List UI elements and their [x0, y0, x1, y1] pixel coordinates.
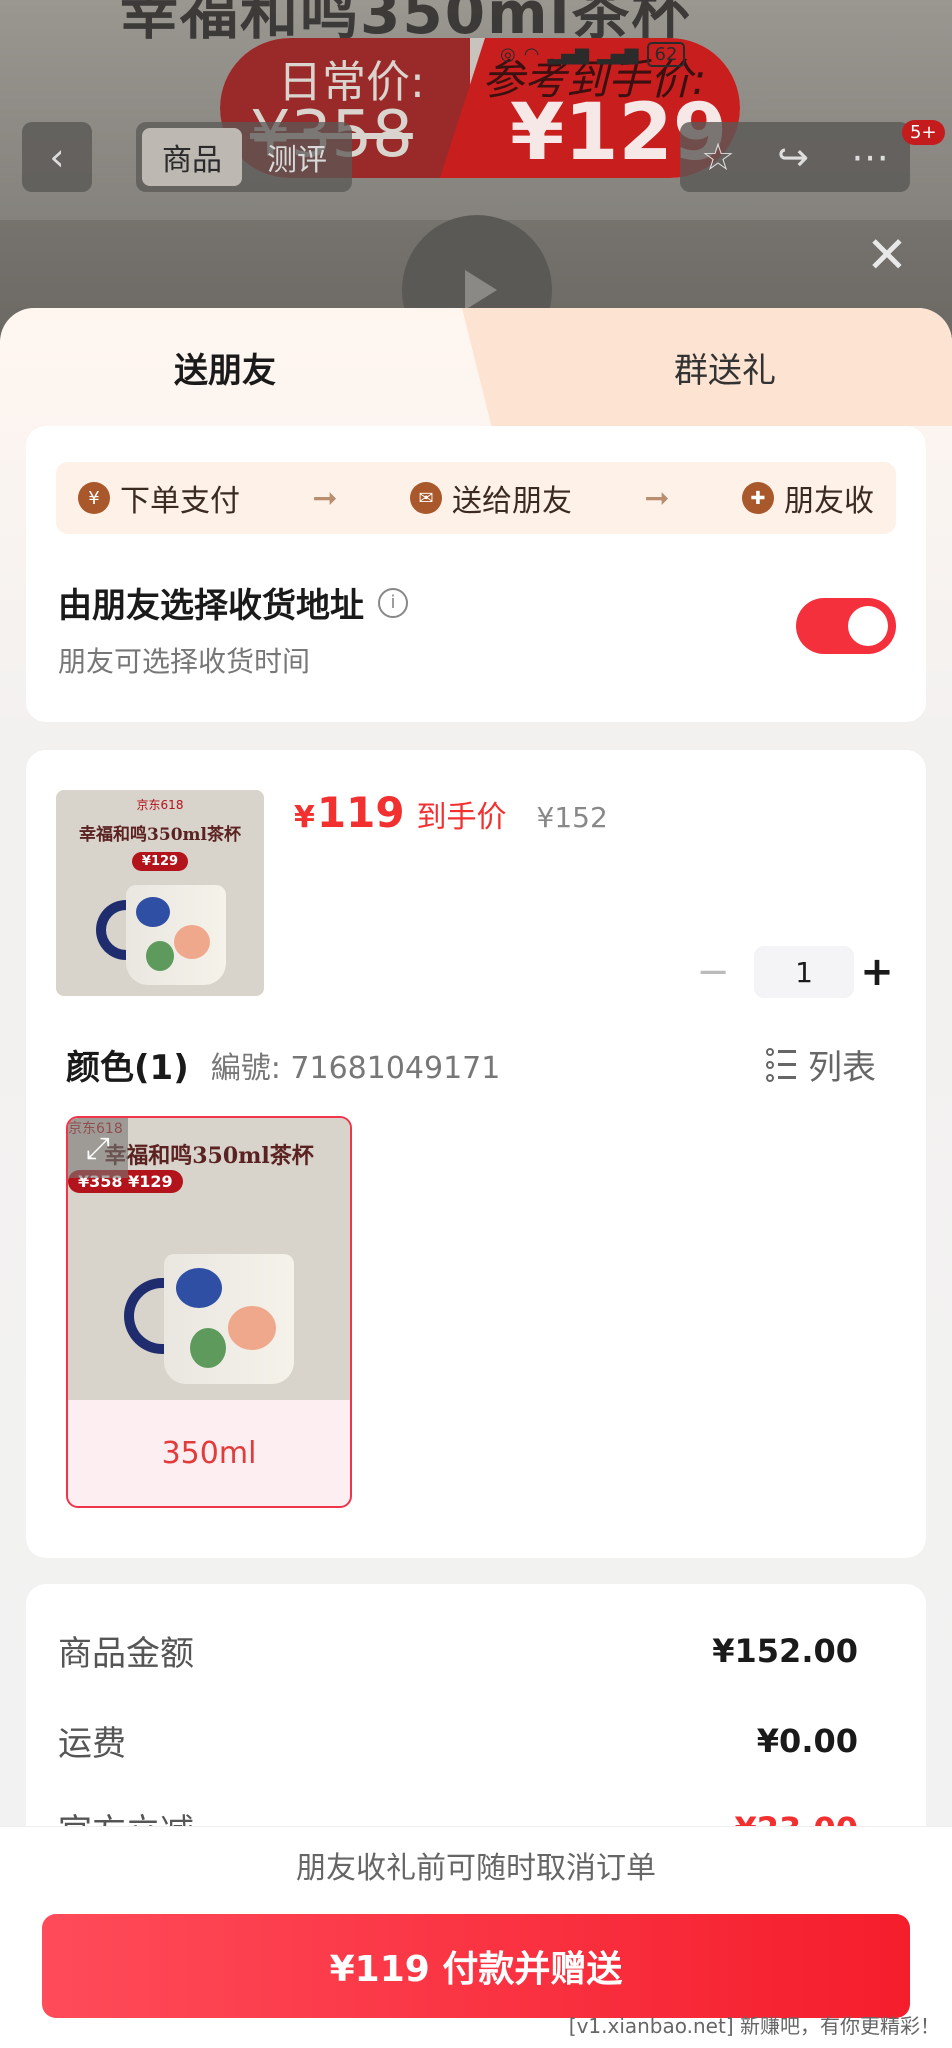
expand-icon[interactable]: ⤢	[68, 1118, 128, 1178]
step-send-label: 送给朋友	[451, 484, 572, 519]
summary-goods-value: ¥152.00	[712, 1631, 858, 1670]
tab-send-friend[interactable]: 送朋友	[0, 308, 480, 426]
summary-shipping-value: ¥0.00	[756, 1721, 858, 1760]
address-option-subtitle: 朋友可选择收货时间	[58, 645, 311, 678]
share-icon[interactable]: ↪	[777, 135, 809, 179]
signal-icon-2: ▂▄▆	[596, 44, 639, 65]
thumb-brand: 京东618	[136, 798, 184, 812]
close-sheet-button[interactable]: ✕	[866, 230, 908, 280]
tab-review[interactable]: 测评	[242, 135, 352, 179]
address-option-title: 由朋友选择收货地址 i	[58, 578, 408, 627]
step-pay-label: 下单支付	[120, 484, 240, 519]
watermark-text: [v1.xianbao.net] 新赚吧，有你更精彩！	[568, 2014, 940, 2038]
message-badge: 5+	[902, 120, 945, 145]
info-icon[interactable]: i	[378, 587, 408, 618]
product-price: 119	[316, 788, 405, 837]
chevron-left-icon: ‹	[49, 135, 65, 179]
summary-shipping-label: 运费	[58, 1724, 126, 1764]
signal-icon: ▂▄▆	[547, 44, 589, 65]
toggle-knob	[848, 606, 888, 646]
list-view-label: 列表	[808, 1048, 876, 1088]
quantity-increase-button[interactable]: +	[854, 952, 900, 992]
thumb-title: 幸福和鸣350ml茶杯	[79, 825, 241, 845]
variant-option[interactable]: 京东618 幸福和鸣350ml茶杯 ¥358 ¥129 ⤢ 350ml	[66, 1116, 352, 1508]
more-icon[interactable]: ⋯	[851, 135, 889, 179]
option-price-ref: ¥129	[128, 1172, 173, 1191]
thumb-price-tag: ¥129	[56, 850, 264, 871]
close-icon: ✕	[866, 226, 908, 284]
header-actions: ☆ ↪ ⋯	[680, 122, 910, 192]
address-toggle[interactable]	[796, 598, 896, 654]
list-icon	[766, 1047, 798, 1082]
address-option-label: 由朋友选择收货地址	[58, 586, 364, 626]
cancel-notice: 朋友收礼前可随时取消订单	[0, 1826, 952, 1902]
thumb-price-ref: ¥129	[141, 854, 179, 869]
quantity-stepper: − 1 +	[690, 946, 900, 998]
product-price-label: 到手价	[416, 800, 507, 835]
product-nav-tabs: 商品 测评	[136, 122, 352, 192]
product-price-row: ¥ 119 到手价 ¥152	[294, 788, 608, 837]
product-thumbnail[interactable]: 京东618 幸福和鸣350ml茶杯 ¥129	[56, 790, 264, 996]
step-receive: ✚ 朋友收	[741, 476, 874, 520]
star-icon[interactable]: ☆	[701, 135, 735, 179]
background-product-page: 幸福和鸣350ml茶杯 日常价: ¥358 参考到手价: ¥129 ◎ ◠ ▂▄…	[0, 0, 952, 340]
gift-steps: ¥ 下单支付 ➞ ✉ 送给朋友 ➞ ✚ 朋友收	[56, 462, 896, 534]
variant-code: 編號: 71681049171	[210, 1050, 501, 1086]
variant-option-label: 350ml	[161, 1435, 257, 1471]
wifi-icon: ◠	[523, 44, 540, 65]
quantity-decrease-button[interactable]: −	[690, 952, 736, 992]
wechat-icon: ✉	[409, 482, 442, 514]
status-bar: ◎ ◠ ▂▄▆ ▂▄▆ 62	[500, 42, 686, 67]
summary-row-goods: 商品金额 ¥152.00	[58, 1626, 858, 1675]
summary-goods-label: 商品金额	[58, 1634, 194, 1674]
step-pay: ¥ 下单支付	[78, 476, 240, 520]
summary-row-shipping: 运费 ¥0.00	[58, 1716, 858, 1765]
yen-icon: ¥	[78, 482, 110, 514]
back-button[interactable]: ‹	[22, 122, 92, 192]
quantity-input[interactable]: 1	[754, 946, 854, 998]
arrow-right-icon: ➞	[644, 480, 670, 516]
step-send: ✉ 送给朋友	[409, 476, 572, 520]
list-view-button[interactable]: 列表	[766, 1040, 876, 1089]
tab-product[interactable]: 商品	[142, 128, 242, 186]
gift-icon: ✚	[741, 482, 774, 514]
pay-and-send-button[interactable]: ¥119 付款并赠送	[42, 1914, 910, 2018]
battery-icon: 62	[646, 42, 686, 67]
product-original-price: ¥152	[536, 801, 608, 834]
arrow-right-icon: ➞	[312, 480, 338, 516]
nfc-icon: ◎	[500, 44, 516, 65]
currency-symbol: ¥	[294, 800, 315, 835]
tab-group-gift[interactable]: 群送礼	[580, 308, 870, 426]
step-receive-label: 朋友收	[783, 484, 874, 519]
variant-label: 颜色(1)	[66, 1048, 189, 1088]
